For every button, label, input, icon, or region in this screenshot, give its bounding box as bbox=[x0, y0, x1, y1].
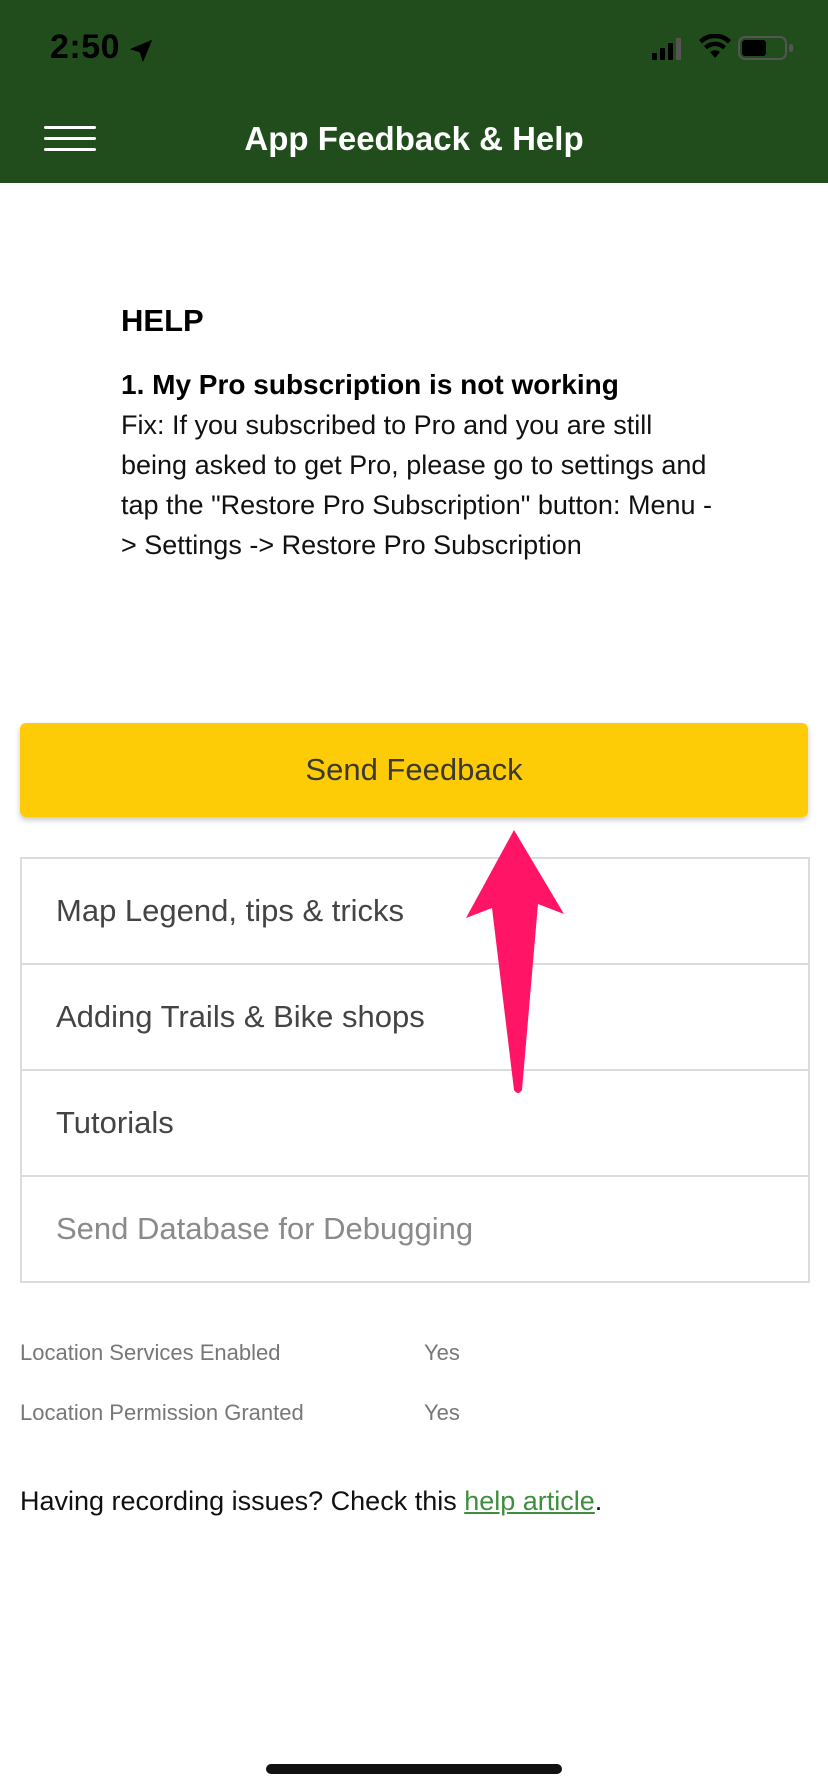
menu-item-adding-trails[interactable]: Adding Trails & Bike shops bbox=[22, 965, 808, 1071]
location-permission-label: Location Permission Granted bbox=[20, 1400, 304, 1425]
help-question: 1. My Pro subscription is not working bbox=[121, 369, 619, 400]
send-feedback-button[interactable]: Send Feedback bbox=[20, 723, 808, 817]
location-permission-row: Location Permission Granted Yes bbox=[20, 1400, 460, 1426]
location-services-row: Location Services Enabled Yes bbox=[20, 1340, 460, 1366]
menu-item-tutorials[interactable]: Tutorials bbox=[22, 1071, 808, 1177]
page-title: App Feedback & Help bbox=[244, 120, 584, 157]
help-menu-list: Map Legend, tips & tricks Adding Trails … bbox=[20, 857, 810, 1283]
cellular-signal-icon bbox=[652, 38, 681, 60]
help-article-link[interactable]: help article bbox=[464, 1486, 595, 1516]
battery-icon bbox=[738, 36, 793, 60]
location-services-value: Yes bbox=[424, 1340, 460, 1365]
recording-issues-note: Having recording issues? Check this help… bbox=[20, 1486, 602, 1517]
menu-item-send-database[interactable]: Send Database for Debugging bbox=[22, 1177, 808, 1281]
status-time: 2:50 bbox=[50, 28, 121, 66]
recording-note-suffix: . bbox=[594, 1486, 603, 1516]
menu-item-map-legend[interactable]: Map Legend, tips & tricks bbox=[22, 859, 808, 965]
help-answer: Fix: If you subscribed to Pro and you ar… bbox=[121, 410, 712, 560]
recording-note-text: Having recording issues? Check this bbox=[20, 1486, 465, 1516]
help-section: HELP 1. My Pro subscription is not worki… bbox=[121, 303, 721, 565]
home-indicator[interactable] bbox=[266, 1764, 562, 1774]
location-permission-value: Yes bbox=[424, 1400, 460, 1425]
wifi-icon bbox=[699, 34, 731, 58]
pointer-arrow-annotation bbox=[466, 830, 564, 1093]
location-services-label: Location Services Enabled bbox=[20, 1340, 281, 1365]
location-arrow-icon bbox=[129, 39, 153, 63]
app-header: 2:50 App Feedback & Help bbox=[0, 0, 828, 183]
help-heading: HELP bbox=[121, 303, 204, 338]
